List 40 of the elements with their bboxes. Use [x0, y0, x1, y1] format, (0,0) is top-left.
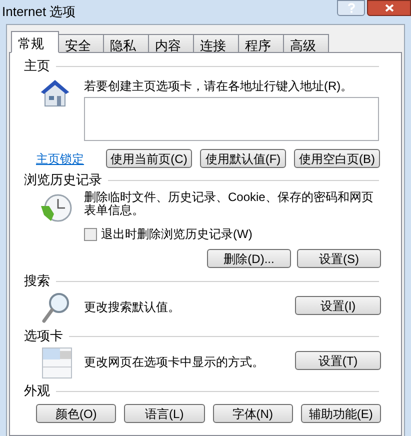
- description: 更改网页在选项卡中显示的方式。: [84, 354, 265, 371]
- clock-icon: [40, 193, 72, 223]
- section-heading: 搜索: [24, 272, 50, 290]
- checkbox[interactable]: [84, 228, 97, 240]
- search-icon: [42, 292, 70, 324]
- button[interactable]: 使用空白页(B): [294, 149, 380, 168]
- button[interactable]: 设置(S): [297, 249, 381, 268]
- section-heading: 外观: [24, 382, 50, 400]
- link[interactable]: 主页锁定: [36, 150, 84, 168]
- tab[interactable]: 常规: [11, 31, 59, 53]
- button[interactable]: 字体(N): [212, 404, 293, 423]
- address-field[interactable]: [84, 97, 379, 141]
- tab[interactable]: 程序: [238, 34, 284, 53]
- section-heading: 主页: [24, 57, 50, 76]
- description: 删除临时文件、历史记录、Cookie、保存的密码和网页表单信息。: [84, 191, 374, 217]
- button[interactable]: 设置(T): [295, 351, 381, 370]
- window-title: Internet 选项: [2, 3, 76, 22]
- checkbox-label: 退出时删除浏览历史记录(W): [101, 226, 252, 243]
- button[interactable]: 删除(D)...: [207, 249, 291, 268]
- button[interactable]: 使用当前页(C): [106, 149, 192, 168]
- tab[interactable]: 安全: [58, 34, 104, 53]
- help-icon: [348, 3, 354, 13]
- button[interactable]: 使用默认值(F): [200, 149, 286, 168]
- description: 更改搜索默认值。: [84, 299, 181, 316]
- tab[interactable]: 连接: [193, 34, 239, 53]
- house-icon: [40, 79, 70, 107]
- tab[interactable]: 内容: [148, 34, 194, 53]
- description: 若要创建主页选项卡，请在各地址行键入地址(R)。: [84, 78, 354, 93]
- button[interactable]: 语言(L): [124, 404, 204, 423]
- help-button[interactable]: [337, 0, 365, 16]
- tab[interactable]: 高级: [283, 34, 329, 53]
- section-heading: 浏览历史记录: [24, 171, 102, 190]
- tab[interactable]: 隐私: [103, 34, 149, 53]
- button[interactable]: 颜色(O): [36, 404, 116, 423]
- close-button[interactable]: [367, 0, 411, 16]
- button[interactable]: 辅助功能(E): [300, 404, 381, 423]
- close-icon: [384, 4, 394, 12]
- section-heading: 选项卡: [24, 327, 63, 346]
- button[interactable]: 设置(I): [295, 296, 381, 315]
- tabs-icon: [42, 347, 72, 379]
